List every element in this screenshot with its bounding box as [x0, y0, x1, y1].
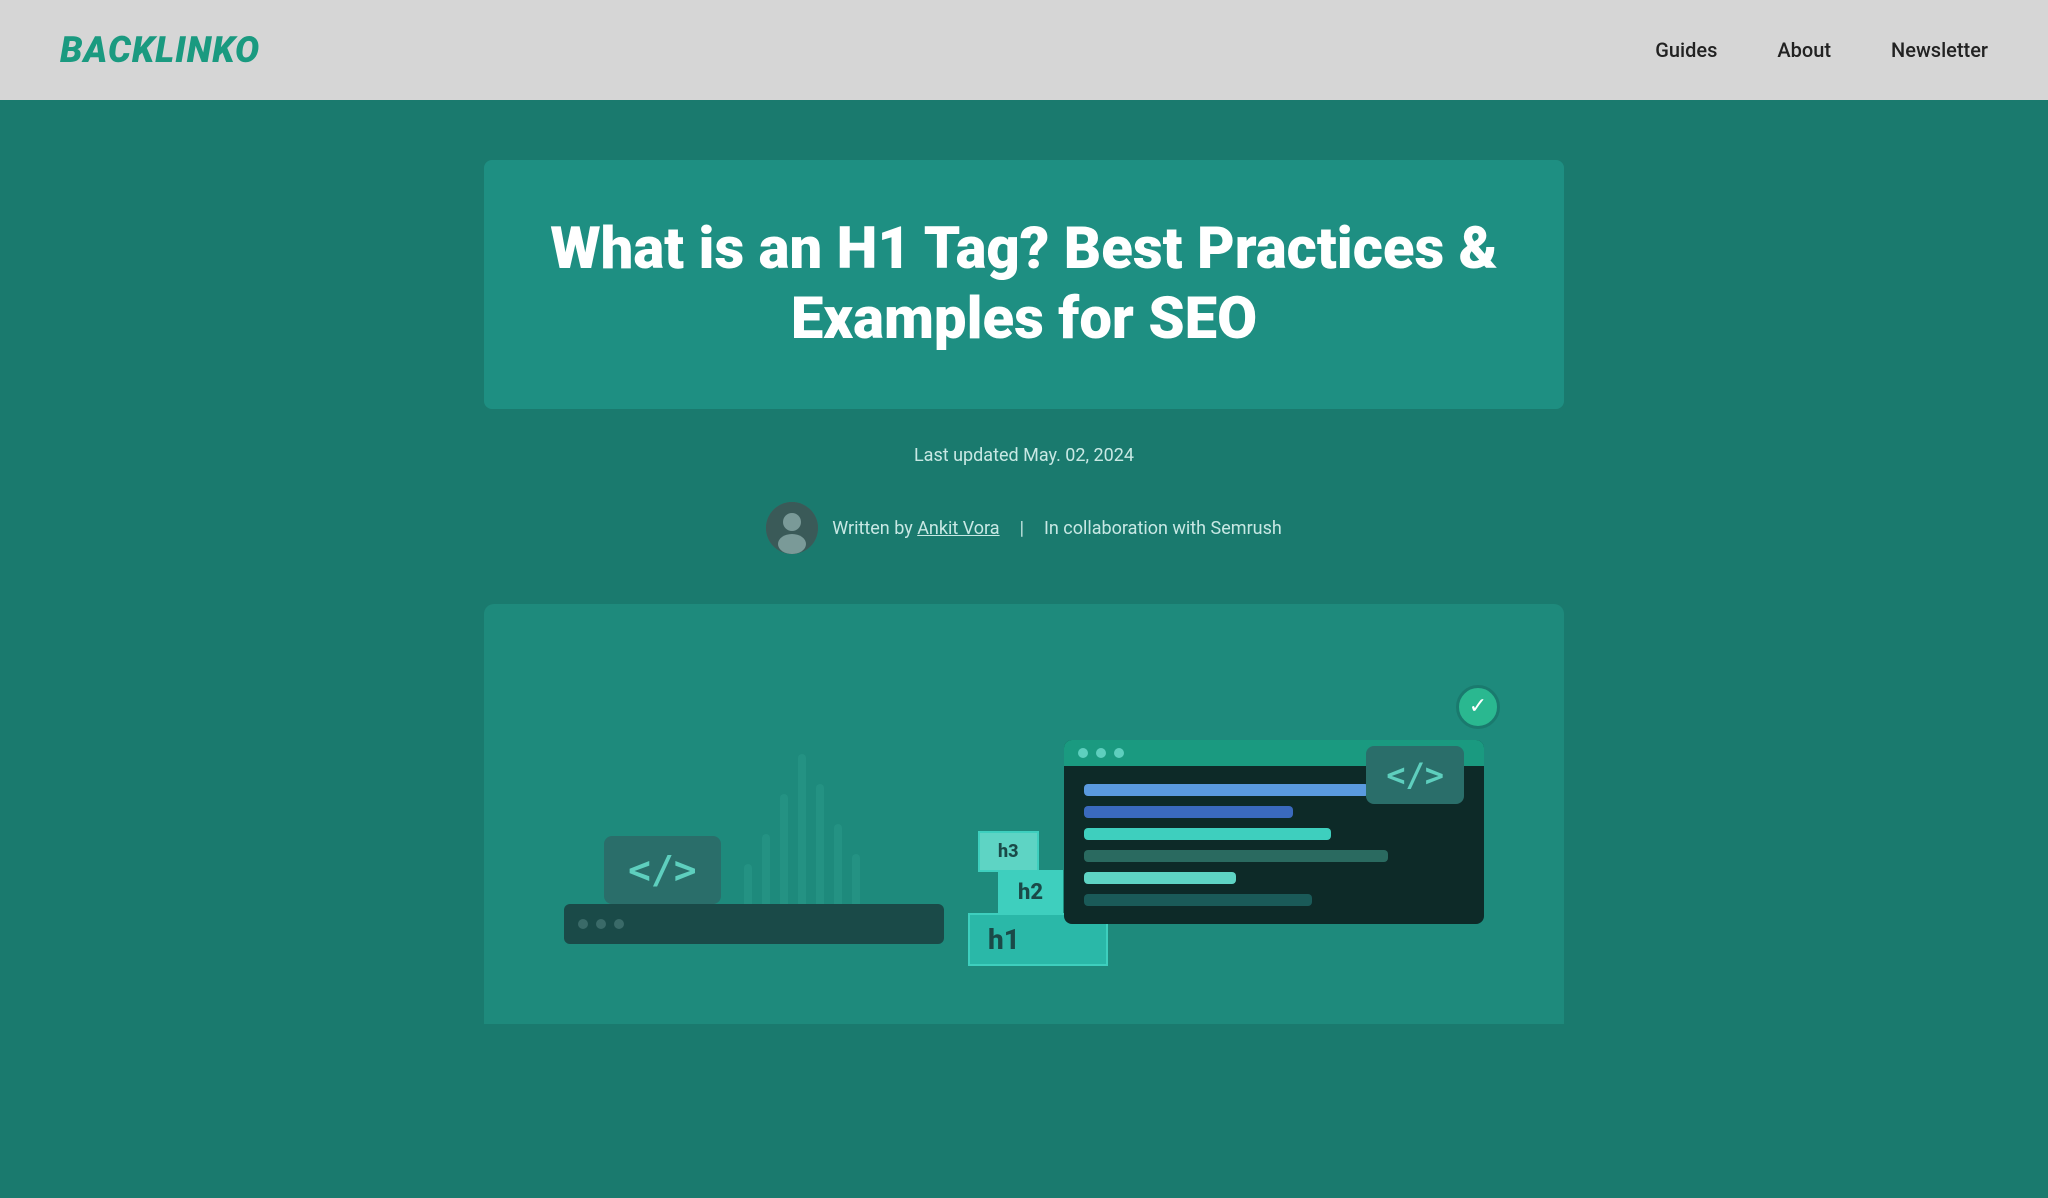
code-bracket-left: </>	[604, 836, 721, 904]
nav-newsletter[interactable]: Newsletter	[1891, 38, 1988, 62]
code-line-6	[1084, 894, 1312, 906]
author-avatar	[766, 502, 818, 554]
divider: |	[1020, 518, 1024, 539]
main-nav: Guides About Newsletter	[1655, 38, 1988, 62]
window-bar-left	[564, 904, 944, 944]
code-line-1	[1084, 784, 1369, 796]
nav-about[interactable]: About	[1777, 38, 1831, 62]
hero-illustration: </> h3 h2 h1	[484, 604, 1564, 1024]
code-line-3	[1084, 828, 1331, 840]
hero-section: What is an H1 Tag? Best Practices & Exam…	[0, 100, 2048, 1024]
win-dot-3	[1114, 748, 1124, 758]
code-line-4	[1084, 850, 1388, 862]
dot-1	[578, 919, 588, 929]
h3-tag: h3	[978, 831, 1039, 872]
code-line-5	[1084, 872, 1236, 884]
page-title: What is an H1 Tag? Best Practices & Exam…	[544, 215, 1504, 354]
vert-lines-decoration	[744, 724, 860, 924]
vert-line-4	[798, 754, 806, 924]
author-row: Written by Ankit Vora | In collaboration…	[766, 502, 1282, 554]
vert-line-5	[816, 784, 824, 924]
site-header: BACKLINKO Guides About Newsletter	[0, 0, 2048, 100]
check-circle-icon: ✓	[1456, 685, 1500, 729]
code-bracket-right: </>	[1366, 746, 1464, 804]
written-by-label: Written by Ankit Vora	[832, 518, 999, 539]
site-logo[interactable]: BACKLINKO	[60, 29, 260, 71]
h2-tag: h2	[998, 870, 1063, 915]
author-link[interactable]: Ankit Vora	[917, 518, 999, 539]
dot-3	[614, 919, 624, 929]
code-line-2	[1084, 806, 1293, 818]
collaboration-text: In collaboration with Semrush	[1044, 518, 1282, 539]
nav-guides[interactable]: Guides	[1655, 38, 1717, 62]
win-dot-2	[1096, 748, 1106, 758]
last-updated: Last updated May. 02, 2024	[914, 445, 1134, 466]
title-box: What is an H1 Tag? Best Practices & Exam…	[484, 160, 1564, 409]
win-dot-1	[1078, 748, 1088, 758]
dot-2	[596, 919, 606, 929]
